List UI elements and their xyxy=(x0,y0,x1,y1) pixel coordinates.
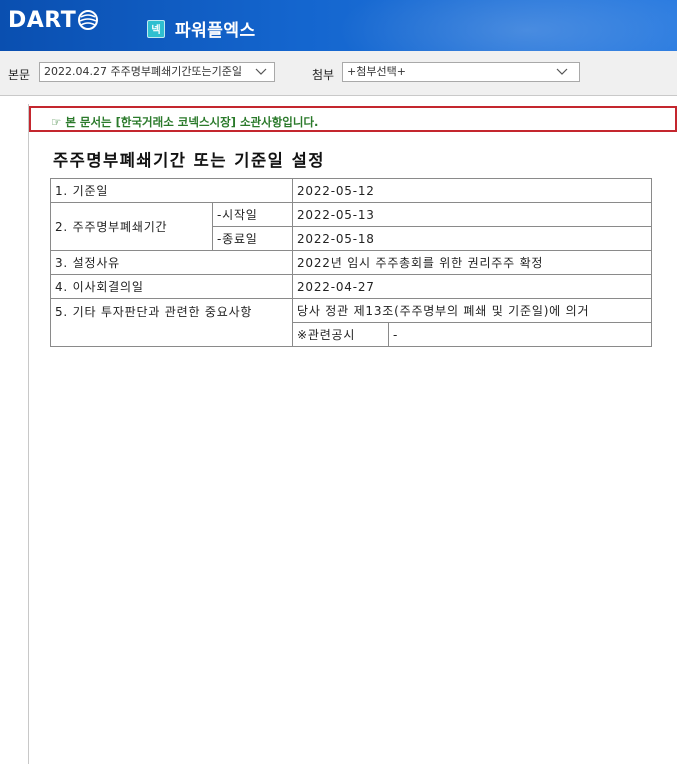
notice-text: ☞ 본 문서는 [한국거래소 코넥스시장] 소관사항입니다. xyxy=(51,115,319,129)
header-bar: DART 넥 파워플엑스 xyxy=(0,0,677,51)
board-date-label: 4. 이사회결의일 xyxy=(50,274,293,299)
reason-label: 3. 설정사유 xyxy=(50,250,293,275)
other-matters-value: 당사 정관 제13조(주주명부의 폐쇄 및 기준일)에 의거 xyxy=(292,298,652,323)
table-row: 1. 기준일 2022-05-12 xyxy=(50,178,652,203)
market-badge: 넥 xyxy=(147,19,165,38)
reason-value: 2022년 임시 주주총회를 위한 권리주주 확정 xyxy=(292,250,652,275)
globe-icon xyxy=(78,9,99,30)
body-select[interactable]: 2022.04.27 주주명부폐쇄기간또는기준일 xyxy=(39,62,275,82)
table-row: 3. 설정사유 2022년 임시 주주총회를 위한 권리주주 확정 xyxy=(50,250,652,275)
document-title: 주주명부폐쇄기간 또는 기준일 설정 xyxy=(53,151,325,170)
body-label: 본문 xyxy=(8,68,31,82)
company-name: 파워플엑스 xyxy=(175,21,256,41)
attach-select[interactable]: +첨부선택+ xyxy=(342,62,580,82)
board-date-value: 2022-04-27 xyxy=(292,274,652,299)
other-matters-label: 5. 기타 투자판단과 관련한 중요사항 xyxy=(50,298,293,347)
jurisdiction-notice: ☞ 본 문서는 [한국거래소 코넥스시장] 소관사항입니다. xyxy=(29,106,677,132)
chevron-down-icon xyxy=(254,65,268,79)
header-glow xyxy=(337,0,677,51)
table-row: 4. 이사회결의일 2022-04-27 xyxy=(50,274,652,299)
start-date-label: -시작일 xyxy=(212,202,293,227)
logo-text: DART xyxy=(8,8,77,33)
chevron-down-icon xyxy=(556,68,568,75)
end-date-value: 2022-05-18 xyxy=(292,226,652,251)
closure-period-label: 2. 주주명부폐쇄기간 xyxy=(50,202,213,251)
related-disclosure-label: ※관련공시 xyxy=(292,322,389,347)
end-date-label: -종료일 xyxy=(212,226,293,251)
start-date-value: 2022-05-13 xyxy=(292,202,652,227)
record-date-value: 2022-05-12 xyxy=(292,178,652,203)
document-viewer[interactable]: ☞ 본 문서는 [한국거래소 코넥스시장] 소관사항입니다. 주주명부폐쇄기간 … xyxy=(28,104,677,764)
dart-logo[interactable]: DART xyxy=(8,8,99,33)
disclosure-table: 1. 기준일 2022-05-12 2. 주주명부폐쇄기간 -시작일 2022-… xyxy=(50,178,652,347)
table-row: 5. 기타 투자판단과 관련한 중요사항 당사 정관 제13조(주주명부의 폐쇄… xyxy=(50,298,652,347)
record-date-label: 1. 기준일 xyxy=(50,178,293,203)
related-disclosure-value: - xyxy=(388,322,652,347)
attach-select-value: +첨부선택+ xyxy=(347,65,406,78)
body-select-value: 2022.04.27 주주명부폐쇄기간또는기준일 xyxy=(44,65,243,78)
document-selector-bar: 본문 2022.04.27 주주명부폐쇄기간또는기준일 첨부 +첨부선택+ xyxy=(0,51,677,96)
table-row: 2. 주주명부폐쇄기간 -시작일 2022-05-13 xyxy=(50,202,652,251)
attach-label: 첨부 xyxy=(312,68,335,82)
company-heading: 넥 파워플엑스 xyxy=(147,16,256,41)
